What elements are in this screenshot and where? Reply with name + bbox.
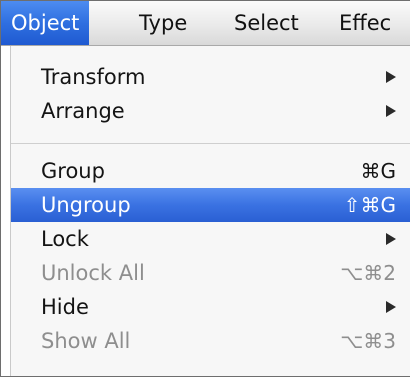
menu-item-label: Unlock All [41,261,145,285]
submenu-arrow-icon [386,233,396,245]
shortcut-label: ⌥⌘3 [340,329,396,353]
submenu-arrow-icon [386,71,396,83]
submenu-arrow-icon [386,301,396,313]
menu-item-ungroup[interactable]: Ungroup ⇧⌘G [11,188,410,222]
menu-item-label: Transform [41,65,146,89]
menu-item-label: Group [41,159,105,183]
menu-item-label: Hide [41,295,89,319]
menu-item-label: Arrange [41,99,125,123]
menu-item-lock[interactable]: Lock [11,222,410,256]
menu-item-label: Show All [41,329,131,353]
submenu-arrow-icon [386,105,396,117]
menu-screenshot: Object Type Select Effec Transform Arran… [0,0,410,377]
shortcut-label: ⇧⌘G [343,193,396,217]
menu-item-label: Lock [41,227,89,251]
menu-object[interactable]: Object [1,1,90,45]
menu-effect[interactable]: Effec [339,1,391,45]
menu-item-arrange[interactable]: Arrange [11,94,410,128]
menu-item-hide[interactable]: Hide [11,290,410,324]
menu-select[interactable]: Select [234,1,299,45]
menu-bar: Object Type Select Effec [1,1,410,46]
menu-item-label: Ungroup [41,193,131,217]
menu-separator [11,143,410,144]
shortcut-label: ⌥⌘2 [340,261,396,285]
menu-item-unlock-all: Unlock All ⌥⌘2 [11,256,410,290]
menu-item-show-all: Show All ⌥⌘3 [11,324,410,358]
menu-item-transform[interactable]: Transform [11,60,410,94]
menu-type[interactable]: Type [139,1,187,45]
shortcut-label: ⌘G [360,159,397,183]
object-menu-dropdown: Transform Arrange Group ⌘G Ungroup ⇧⌘G L… [10,46,410,376]
menu-item-group[interactable]: Group ⌘G [11,154,410,188]
